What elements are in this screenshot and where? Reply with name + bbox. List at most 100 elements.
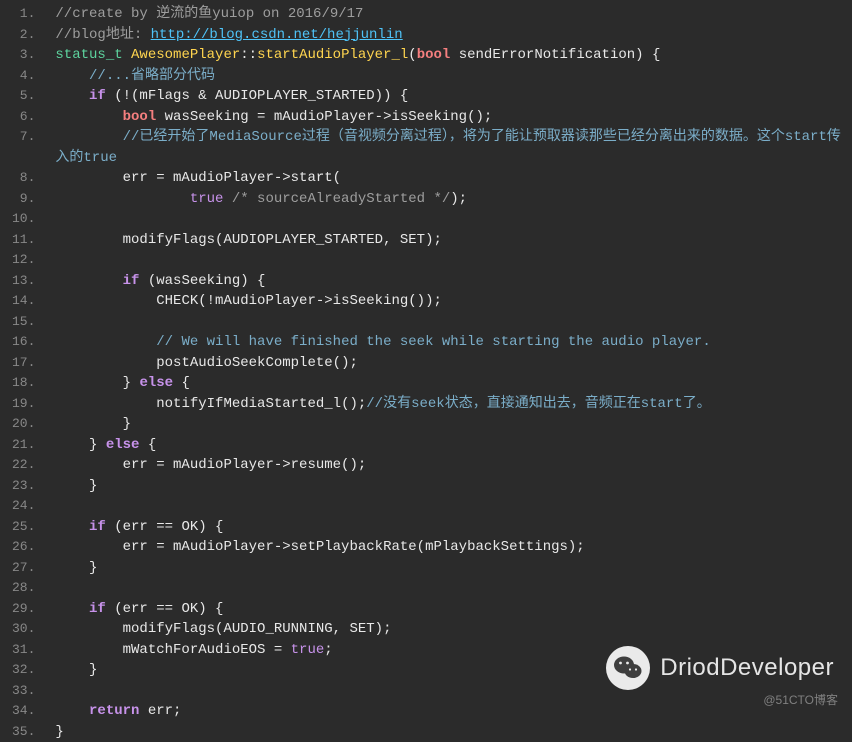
code-token: modifyFlags(AUDIO_RUNNING, SET);: [55, 621, 391, 637]
code-line[interactable]: } else {: [55, 435, 844, 456]
line-number: 17.: [12, 353, 35, 374]
code-line[interactable]: err = mAudioPlayer->setPlaybackRate(mPla…: [55, 537, 844, 558]
code-line[interactable]: [55, 312, 844, 333]
code-line[interactable]: notifyIfMediaStarted_l();//没有seek状态，直接通知…: [55, 394, 844, 415]
code-token: [55, 703, 89, 719]
code-line[interactable]: if (wasSeeking) {: [55, 271, 844, 292]
line-number: 34.: [12, 701, 35, 722]
watermark-text: DriodDeveloper: [660, 654, 834, 682]
code-token: mWatchForAudioEOS =: [55, 642, 290, 658]
code-line[interactable]: }: [55, 414, 844, 435]
code-token: }: [55, 662, 97, 678]
code-token: //已经开始了MediaSource过程（音视频分离过程），将为了能让预取器读那…: [55, 129, 840, 166]
code-token: sendErrorNotification) {: [450, 47, 660, 63]
code-line[interactable]: [55, 496, 844, 517]
code-line[interactable]: err = mAudioPlayer->resume();: [55, 455, 844, 476]
code-line[interactable]: //已经开始了MediaSource过程（音视频分离过程），将为了能让预取器读那…: [55, 127, 844, 168]
code-line[interactable]: }: [55, 558, 844, 579]
code-content[interactable]: //create by 逆流的鱼yuiop on 2016/9/17 //blog…: [43, 0, 852, 738]
code-line[interactable]: } else {: [55, 373, 844, 394]
code-line[interactable]: [55, 578, 844, 599]
line-number: 1.: [12, 4, 35, 25]
code-token: [55, 109, 122, 125]
code-line[interactable]: bool wasSeeking = mAudioPlayer->isSeekin…: [55, 107, 844, 128]
line-number: 30.: [12, 619, 35, 640]
code-token: bool: [123, 109, 157, 125]
code-token: [55, 273, 122, 289]
line-number: 14.: [12, 291, 35, 312]
code-line[interactable]: err = mAudioPlayer->start(: [55, 168, 844, 189]
code-token: }: [55, 375, 139, 391]
code-token: AwesomePlayer: [131, 47, 240, 63]
line-number: 18.: [12, 373, 35, 394]
code-line[interactable]: postAudioSeekComplete();: [55, 353, 844, 374]
watermark: DriodDeveloper: [606, 646, 834, 690]
line-number: 33.: [12, 681, 35, 702]
code-token: {: [173, 375, 190, 391]
code-token: }: [55, 478, 97, 494]
code-token: if: [123, 273, 140, 289]
code-line[interactable]: }: [55, 476, 844, 497]
code-line[interactable]: true /* sourceAlreadyStarted */);: [55, 189, 844, 210]
code-token: [55, 601, 89, 617]
code-line[interactable]: //...省略部分代码: [55, 66, 844, 87]
code-token: notifyIfMediaStarted_l();: [55, 396, 366, 412]
line-number-gutter: 1.2.3.4.5.6.7.8.9.10.11.12.13.14.15.16.1…: [0, 0, 43, 738]
line-number: 10.: [12, 209, 35, 230]
line-number: 13.: [12, 271, 35, 292]
line-number: 27.: [12, 558, 35, 579]
code-line[interactable]: if (err == OK) {: [55, 517, 844, 538]
line-number: 7.: [12, 127, 35, 168]
code-token: }: [55, 724, 63, 740]
code-token: [55, 68, 89, 84]
code-line[interactable]: //blog地址: http://blog.csdn.net/hejjunlin: [55, 25, 844, 46]
code-line[interactable]: [55, 209, 844, 230]
wechat-icon: [606, 646, 650, 690]
code-editor[interactable]: 1.2.3.4.5.6.7.8.9.10.11.12.13.14.15.16.1…: [0, 0, 852, 738]
line-number: 5.: [12, 86, 35, 107]
code-token: [55, 519, 89, 535]
line-number: 25.: [12, 517, 35, 538]
code-token: true: [190, 191, 224, 207]
code-token: ::: [240, 47, 257, 63]
code-line[interactable]: return err;: [55, 701, 844, 722]
code-line[interactable]: status_t AwesomePlayer::startAudioPlayer…: [55, 45, 844, 66]
code-token: (err == OK) {: [106, 519, 224, 535]
line-number: 23.: [12, 476, 35, 497]
code-token: err = mAudioPlayer->resume();: [55, 457, 366, 473]
code-token: [55, 334, 156, 350]
code-line[interactable]: }: [55, 722, 844, 742]
line-number: 29.: [12, 599, 35, 620]
code-token: [55, 129, 122, 145]
code-token: startAudioPlayer_l: [257, 47, 408, 63]
code-token: else: [106, 437, 140, 453]
code-token: }: [55, 437, 105, 453]
line-number: 11.: [12, 230, 35, 251]
code-token: (err == OK) {: [106, 601, 224, 617]
code-token: }: [55, 560, 97, 576]
code-token: return: [89, 703, 139, 719]
code-line[interactable]: modifyFlags(AUDIO_RUNNING, SET);: [55, 619, 844, 640]
code-token: [55, 191, 189, 207]
code-line[interactable]: //create by 逆流的鱼yuiop on 2016/9/17: [55, 4, 844, 25]
code-token: http://blog.csdn.net/hejjunlin: [151, 27, 403, 43]
code-line[interactable]: [55, 250, 844, 271]
code-token: if: [89, 519, 106, 535]
code-token: (wasSeeking) {: [139, 273, 265, 289]
code-token: CHECK(!mAudioPlayer->isSeeking());: [55, 293, 441, 309]
code-line[interactable]: modifyFlags(AUDIOPLAYER_STARTED, SET);: [55, 230, 844, 251]
code-line[interactable]: CHECK(!mAudioPlayer->isSeeking());: [55, 291, 844, 312]
line-number: 24.: [12, 496, 35, 517]
code-token: err = mAudioPlayer->start(: [55, 170, 341, 186]
line-number: 6.: [12, 107, 35, 128]
code-token: if: [89, 601, 106, 617]
code-token: //create by 逆流的鱼yuiop on 2016/9/17: [55, 6, 363, 22]
line-number: 28.: [12, 578, 35, 599]
line-number: 31.: [12, 640, 35, 661]
code-line[interactable]: // We will have finished the seek while …: [55, 332, 844, 353]
code-token: }: [55, 416, 131, 432]
code-line[interactable]: if (!(mFlags & AUDIOPLAYER_STARTED)) {: [55, 86, 844, 107]
code-token: ;: [324, 642, 332, 658]
code-line[interactable]: if (err == OK) {: [55, 599, 844, 620]
code-token: (!(mFlags & AUDIOPLAYER_STARTED)) {: [106, 88, 408, 104]
